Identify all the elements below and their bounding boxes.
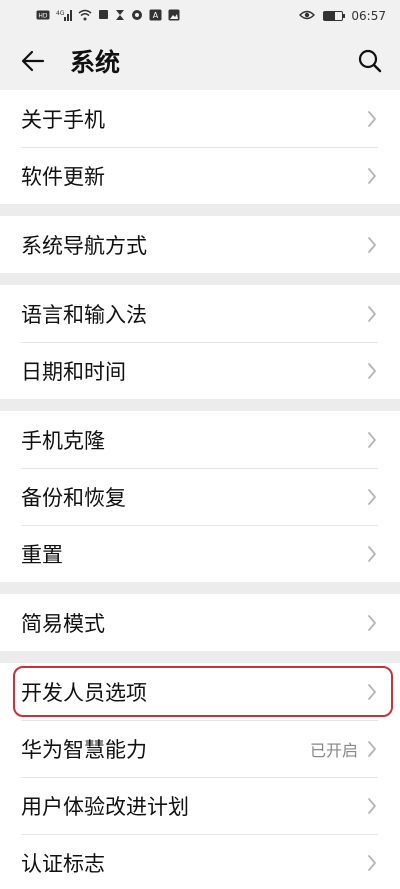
settings-item-label: 简易模式 (21, 611, 105, 636)
settings-item[interactable]: 语言和输入法 (0, 285, 400, 342)
chevron-right-icon (366, 545, 378, 563)
wifi-icon (78, 9, 92, 24)
settings-item[interactable]: 日期和时间 (0, 342, 400, 399)
group-divider (0, 399, 400, 411)
settings-item-label: 重置 (21, 542, 63, 567)
group-divider (0, 204, 400, 216)
settings-item-label: 日期和时间 (21, 359, 126, 384)
hd-icon: HD (36, 9, 50, 23)
page-title: 系统 (70, 48, 121, 77)
settings-item[interactable]: 开发人员选项 (0, 663, 400, 720)
gallery-icon (168, 9, 180, 24)
chevron-right-icon (366, 488, 378, 506)
settings-item[interactable]: 华为智慧能力 已开启 (0, 720, 400, 777)
chevron-right-icon (366, 236, 378, 254)
settings-item[interactable]: 用户体验改进计划 (0, 777, 400, 834)
arrow-left-icon (21, 50, 45, 72)
svg-text:HD: HD (38, 13, 48, 20)
chevron-right-icon (366, 362, 378, 380)
chevron-right-icon (366, 431, 378, 449)
search-icon (358, 49, 382, 73)
chevron-right-icon (366, 740, 378, 758)
eye-icon (299, 9, 316, 23)
settings-item[interactable]: 系统导航方式 (0, 216, 400, 273)
settings-item[interactable]: 手机克隆 (0, 411, 400, 468)
chevron-right-icon (366, 614, 378, 632)
status-icons-right: 06:57 (299, 9, 386, 23)
group-divider (0, 651, 400, 663)
settings-group: 开发人员选项 华为智慧能力 已开启用户体验改进计划 认证标志 (0, 663, 400, 889)
settings-list: 关于手机 软件更新 系统导航方式 语言和输入法 日期和时间 手机克隆 备份和恢复 重置 简易模式… (0, 90, 400, 889)
battery-icon (323, 11, 346, 21)
settings-group: 关于手机 软件更新 (0, 90, 400, 204)
chevron-right-icon (366, 167, 378, 185)
settings-item-label: 手机克隆 (21, 428, 105, 453)
status-bar: HD 4G A 06:57 (0, 0, 400, 32)
chevron-right-icon (366, 797, 378, 815)
group-divider (0, 273, 400, 285)
settings-item-label: 华为智慧能力 (21, 737, 147, 762)
settings-group: 简易模式 (0, 594, 400, 651)
title-bar: 系统 (0, 32, 400, 90)
settings-item[interactable]: 备份和恢复 (0, 468, 400, 525)
settings-group: 系统导航方式 (0, 216, 400, 273)
group-divider (0, 582, 400, 594)
settings-item-label: 开发人员选项 (21, 680, 147, 705)
settings-item[interactable]: 重置 (0, 525, 400, 582)
chevron-right-icon (366, 305, 378, 323)
settings-item[interactable]: 软件更新 (0, 147, 400, 204)
settings-item-label: 认证标志 (21, 851, 105, 876)
settings-group: 手机克隆备份和恢复重置 (0, 411, 400, 582)
svg-text:A: A (153, 11, 159, 20)
settings-item[interactable]: 简易模式 (0, 594, 400, 651)
settings-item-label: 备份和恢复 (21, 485, 126, 510)
settings-group: 语言和输入法 日期和时间 (0, 285, 400, 399)
translate-icon: A (149, 9, 162, 24)
settings-icon (131, 9, 143, 24)
chevron-right-icon (366, 683, 378, 701)
settings-item-value: 已开启 (309, 740, 358, 760)
settings-item-label: 用户体验改进计划 (21, 794, 189, 819)
chevron-right-icon (366, 110, 378, 128)
svg-text:4G: 4G (56, 10, 65, 17)
status-icons-left: HD 4G A (36, 9, 180, 24)
back-button[interactable] (20, 48, 46, 74)
chevron-right-icon (366, 854, 378, 872)
settings-item[interactable]: 关于手机 (0, 90, 400, 147)
battery-level (324, 12, 336, 20)
settings-item-label: 软件更新 (21, 164, 105, 189)
hourglass-icon (115, 9, 125, 24)
settings-item-label: 关于手机 (21, 107, 105, 132)
settings-item-label: 语言和输入法 (21, 302, 147, 327)
settings-item-label: 系统导航方式 (21, 233, 147, 258)
clock: 06:57 (351, 9, 386, 23)
signal-4g-icon: 4G (56, 9, 72, 24)
search-button[interactable] (356, 47, 384, 75)
square-icon (98, 9, 109, 23)
settings-item[interactable]: 认证标志 (0, 834, 400, 889)
